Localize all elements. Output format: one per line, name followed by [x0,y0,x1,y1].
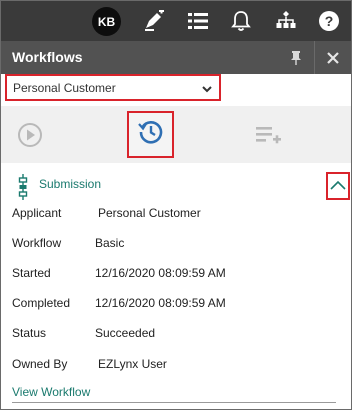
workflow-actions-bar [1,106,351,163]
list-icon[interactable] [183,1,213,41]
chevron-down-icon [201,82,213,100]
panel-header: Workflows [1,41,351,74]
detail-row-owned-by: Owned By EZLynx User [1,357,351,375]
pin-icon[interactable] [278,41,314,74]
detail-value: EZLynx User [98,357,167,371]
select-value: Personal Customer [13,81,116,95]
help-icon[interactable]: ? [314,1,344,41]
bottom-divider [12,402,336,403]
detail-value: 12/16/2020 08:09:59 AM [95,266,226,280]
detail-row-completed: Completed 12/16/2020 08:09:59 AM [1,296,351,314]
detail-value: 12/16/2020 08:09:59 AM [95,296,226,310]
detail-row-started: Started 12/16/2020 08:09:59 AM [1,266,351,284]
collapse-button[interactable] [326,172,350,200]
detail-value: Personal Customer [98,206,201,220]
detail-label: Applicant [12,206,62,220]
detail-label: Started [12,266,51,280]
workflow-tree-icon[interactable] [269,1,303,41]
view-workflow-link[interactable]: View Workflow [12,385,90,399]
history-icon [137,118,165,151]
detail-value: Basic [95,236,125,250]
workflow-type-select[interactable]: Personal Customer [5,74,221,101]
detail-label: Workflow [12,236,62,250]
play-icon[interactable] [14,106,46,163]
svg-text:?: ? [325,13,334,29]
detail-row-applicant: Applicant Personal Customer [1,206,351,224]
panel-title: Workflows [12,49,83,65]
close-icon[interactable] [315,41,351,74]
bell-icon[interactable] [226,1,256,41]
detail-label: Completed [12,296,71,310]
section-title: Submission [39,177,102,191]
detail-value: Succeeded [95,326,156,340]
submission-section-header[interactable]: Submission [1,166,351,200]
workflow-node-icon [17,174,29,205]
avatar[interactable]: KB [92,7,121,36]
workflows-panel: KB ? Workflows Personal Customer Submiss… [0,0,352,410]
add-list-icon[interactable] [251,106,285,163]
detail-row-workflow: Workflow Basic [1,236,351,254]
detail-label: Owned By [12,357,68,371]
top-toolbar: KB ? [1,1,351,41]
edit-note-icon[interactable] [139,1,169,41]
chevron-up-icon [330,177,346,195]
history-button[interactable] [127,111,174,158]
detail-label: Status [12,326,47,340]
detail-row-status: Status Succeeded [1,326,351,344]
